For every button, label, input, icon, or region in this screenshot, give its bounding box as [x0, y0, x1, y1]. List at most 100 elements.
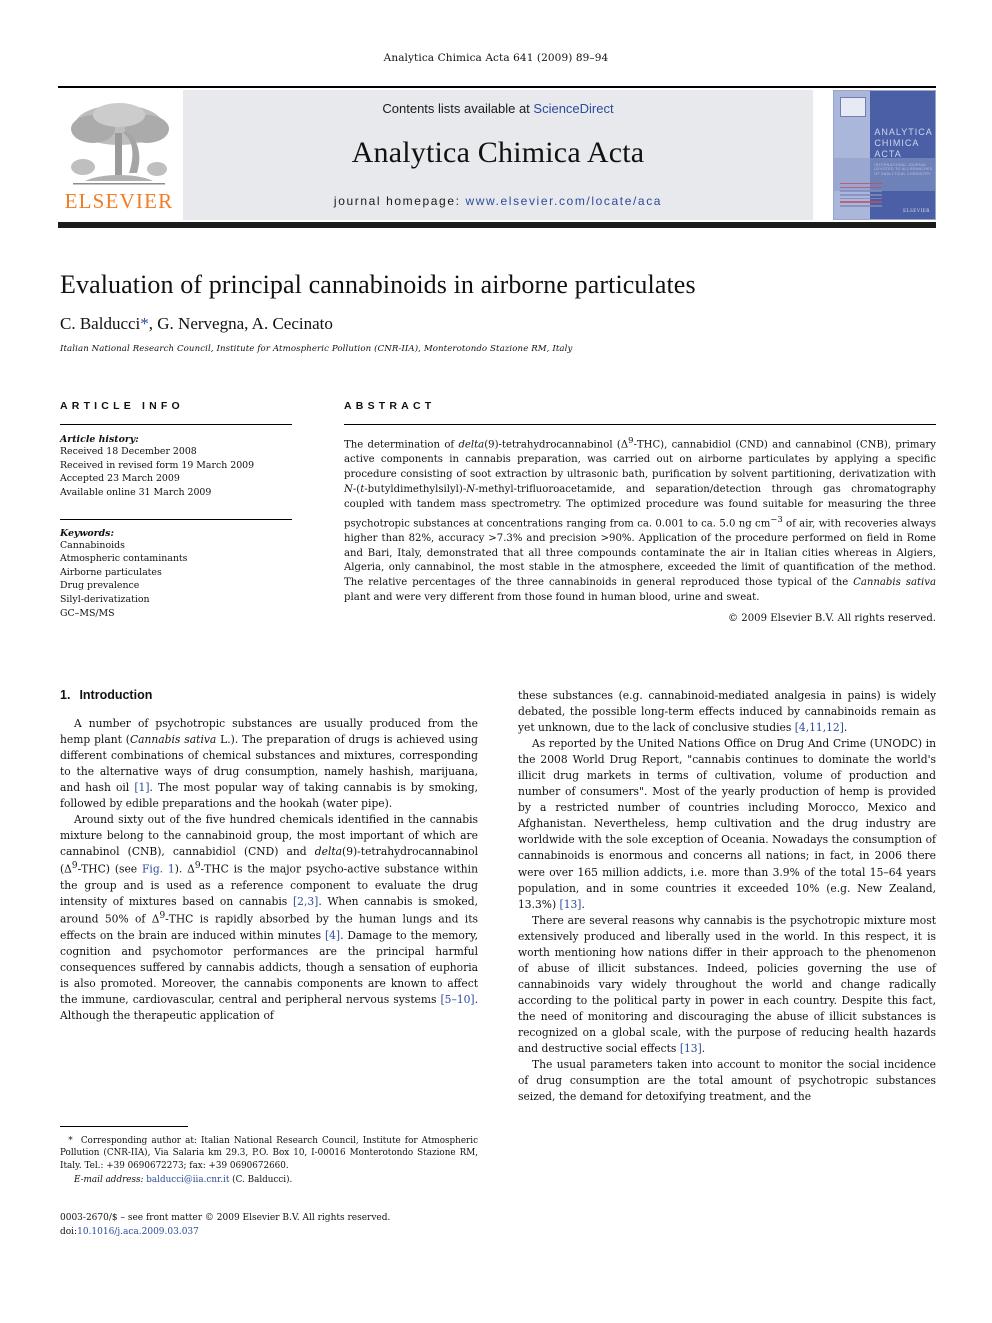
para-seg: .: [701, 1042, 706, 1056]
author-corresponding: C. Balducci: [60, 314, 141, 333]
article-history-item: Available online 31 March 2009: [60, 486, 212, 498]
citation-link[interactable]: [13]: [680, 1042, 702, 1055]
body-column-right: these substances (e.g. cannabinoid-media…: [518, 688, 936, 1208]
keyword-item: Drug prevalence: [60, 580, 140, 592]
body-paragraph: As reported by the United Nations Office…: [518, 736, 936, 913]
citation-link[interactable]: [2,3]: [293, 895, 318, 908]
cover-publisher-badge: [840, 97, 867, 118]
abstract-seg: (9)-tetrahydrocannabinol (Δ: [484, 439, 629, 451]
abstract-seg-italic: N: [344, 483, 353, 495]
body-paragraph: There are several reasons why cannabis i…: [518, 913, 936, 1057]
citation-link[interactable]: [4]: [325, 929, 340, 942]
citation-link[interactable]: [4,11,12]: [795, 721, 844, 734]
journal-homepage-line: journal homepage: www.elsevier.com/locat…: [183, 194, 813, 208]
journal-homepage-link[interactable]: www.elsevier.com/locate/aca: [465, 194, 662, 208]
article-info-divider: [60, 424, 292, 425]
keyword-item: Silyl-derivatization: [60, 594, 150, 605]
footnote-email-line: E-mail address: balducci@iia.cnr.it (C. …: [60, 1175, 478, 1185]
journal-article-page: Analytica Chimica Acta 641 (2009) 89–94: [0, 0, 992, 1323]
footnote-marker: *: [68, 1136, 73, 1146]
page-title: Evaluation of principal cannabinoids in …: [60, 270, 696, 299]
abstract-text: The determination of delta(9)-tetrahydro…: [344, 434, 936, 606]
contents-available-text: Contents lists available at: [382, 101, 534, 116]
affiliation: Italian National Research Council, Insti…: [60, 344, 573, 354]
journal-homepage-label: journal homepage:: [333, 194, 461, 208]
footnote-text: * Corresponding author at: Italian Natio…: [60, 1135, 478, 1172]
doi-line: doi:10.1016/j.aca.2009.03.037: [60, 1226, 490, 1240]
section-number: 1.: [60, 688, 71, 702]
elsevier-wordmark: ELSEVIER: [64, 189, 174, 213]
section-title: Introduction: [79, 688, 153, 702]
keywords-label: Keywords:: [60, 527, 114, 539]
elsevier-logo: ELSEVIER: [58, 92, 180, 218]
para-seg-italic: Cannabis sativa: [129, 733, 217, 747]
info-abstract-region: ARTICLE INFO Article history: Received 1…: [60, 400, 936, 624]
article-info-heading: ARTICLE INFO: [60, 400, 184, 412]
masthead-bottom-rule: [58, 222, 936, 228]
citation-link[interactable]: [1]: [134, 781, 149, 794]
abstract-seg-italic: delta: [458, 439, 485, 451]
abstract-seg-italic: Cannabis sativa: [853, 577, 937, 589]
para-seg-italic: delta: [314, 845, 343, 859]
abstract-copyright: © 2009 Elsevier B.V. All rights reserved…: [728, 612, 936, 624]
abstract-column: ABSTRACT The determination of delta(9)-t…: [344, 400, 936, 624]
para-seg: -THC) (see: [77, 862, 142, 876]
body-paragraph: Around sixty out of the five hundred che…: [60, 812, 478, 1024]
cover-subtitle: INTERNATIONAL JOURNAL DEVOTED TO ALL BRA…: [874, 162, 933, 176]
journal-masthead: ELSEVIER Contents lists available at Sci…: [58, 86, 936, 228]
email-label: E-mail address:: [74, 1175, 144, 1186]
corresponding-author-marker: *: [140, 314, 149, 333]
figure-link[interactable]: Fig. 1: [142, 863, 175, 876]
para-seg: these substances (e.g. cannabinoid-media…: [518, 689, 936, 735]
keyword-item: GC–MS/MS: [60, 607, 115, 619]
keyword-item: Airborne particulates: [60, 566, 162, 578]
elsevier-tree-icon: [63, 99, 175, 189]
abstract-seg-italic: N: [466, 483, 476, 495]
abstract-seg: The determination of: [344, 439, 459, 451]
para-seg: There are several reasons why cannabis i…: [518, 913, 936, 1056]
body-paragraph: these substances (e.g. cannabinoid-media…: [518, 688, 936, 736]
email-owner: (C. Balducci).: [232, 1175, 293, 1186]
author-others: , G. Nervegna, A. Cecinato: [148, 314, 333, 333]
masthead-top-rule: [58, 86, 936, 88]
corresponding-author-footnote: * Corresponding author at: Italian Natio…: [60, 1126, 478, 1185]
cover-title-line1: ANALYTICA: [874, 126, 933, 137]
keywords-divider: [60, 518, 292, 520]
para-seg: ). Δ: [174, 862, 195, 876]
running-head: Analytica Chimica Acta 641 (2009) 89–94: [383, 52, 609, 64]
citation-link[interactable]: [5–10]: [441, 993, 475, 1006]
article-info-column: ARTICLE INFO Article history: Received 1…: [60, 400, 344, 624]
abstract-heading: ABSTRACT: [344, 400, 436, 412]
section-heading-introduction: 1. Introduction: [60, 688, 478, 702]
article-history-item: Received 18 December 2008: [60, 446, 197, 457]
footnote-rule: [60, 1126, 188, 1127]
abstract-seg: -butyldimethylsilyl)-: [364, 483, 467, 495]
citation-link[interactable]: [13]: [560, 898, 582, 911]
footnote-body: Corresponding author at: Italian Nationa…: [60, 1136, 479, 1171]
article-history-label: Article history:: [60, 434, 139, 445]
doi-label: doi:: [60, 1226, 78, 1237]
doi-link[interactable]: 10.1016/j.aca.2009.03.037: [77, 1227, 199, 1237]
para-seg: As reported by the United Nations Office…: [518, 737, 936, 911]
author-list: C. Balducci*, G. Nervegna, A. Cecinato: [60, 314, 936, 334]
para-seg: .: [843, 721, 848, 735]
para-seg: .: [581, 897, 585, 911]
cover-title-line2: CHIMICA ACTA: [874, 138, 919, 160]
journal-title: Analytica Chimica Acta: [351, 136, 645, 169]
cover-title: ANALYTICA CHIMICA ACTA INTERNATIONAL JOU…: [874, 127, 933, 176]
masthead-panel: Contents lists available at ScienceDirec…: [183, 90, 813, 220]
keyword-item: Atmospheric contaminants: [60, 553, 188, 565]
cover-text-lines: [840, 182, 883, 209]
abstract-divider: [344, 424, 936, 425]
article-history-item: Received in revised form 19 March 2009: [60, 459, 255, 471]
keyword-item: Cannabinoids: [60, 539, 125, 551]
abstract-seg: plant and were very different from those…: [344, 592, 760, 603]
issn-copyright-line: 0003-2670/$ – see front matter © 2009 El…: [60, 1213, 391, 1223]
title-block: Evaluation of principal cannabinoids in …: [60, 270, 936, 354]
sciencedirect-link[interactable]: ScienceDirect: [533, 101, 613, 116]
article-history-item: Accepted 23 March 2009: [60, 473, 180, 485]
imprint-block: 0003-2670/$ – see front matter © 2009 El…: [60, 1212, 490, 1239]
body-paragraph: The usual parameters taken into account …: [518, 1058, 936, 1104]
email-link[interactable]: balducci@iia.cnr.it: [146, 1175, 229, 1185]
